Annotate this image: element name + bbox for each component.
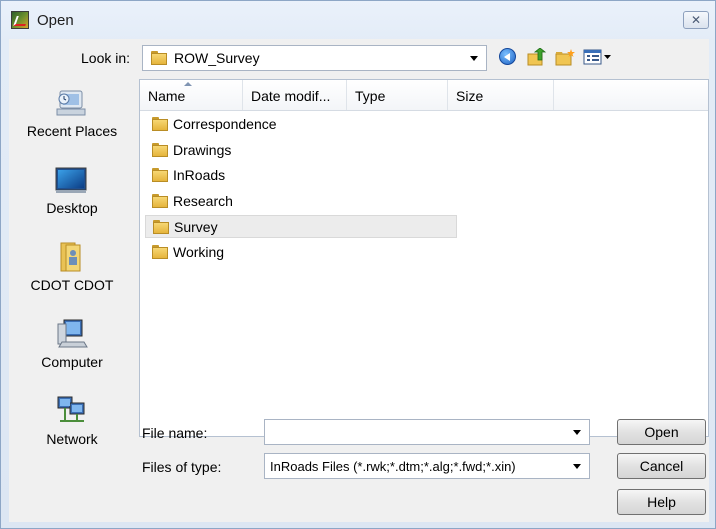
views-menu-icon[interactable] bbox=[583, 48, 613, 66]
file-type-value: InRoads Files (*.rwk;*.dtm;*.alg;*.fwd;*… bbox=[270, 459, 516, 474]
sort-ascending-icon bbox=[184, 82, 192, 86]
places-bar: Recent Places Desktop CDOT CDOT Computer… bbox=[9, 77, 135, 522]
dialog-body: Look in: ROW_Survey Recent Places Deskto… bbox=[9, 39, 709, 522]
place-desktop[interactable]: Desktop bbox=[9, 164, 135, 234]
column-date-modified[interactable]: Date modif... bbox=[243, 80, 347, 110]
cancel-button[interactable]: Cancel bbox=[617, 453, 706, 479]
file-name: Drawings bbox=[173, 142, 232, 158]
folder-icon bbox=[152, 143, 168, 157]
column-type[interactable]: Type bbox=[347, 80, 448, 110]
file-name: Survey bbox=[174, 219, 218, 235]
help-button[interactable]: Help bbox=[617, 489, 706, 515]
open-button[interactable]: Open bbox=[617, 419, 706, 445]
up-folder-icon[interactable] bbox=[527, 48, 547, 66]
list-item[interactable]: Drawings bbox=[145, 139, 457, 162]
column-size[interactable]: Size bbox=[448, 80, 554, 110]
list-item[interactable]: Correspondence bbox=[145, 113, 457, 136]
file-name: Correspondence bbox=[173, 116, 277, 132]
new-folder-icon[interactable] bbox=[555, 48, 575, 66]
look-in-value: ROW_Survey bbox=[174, 50, 260, 66]
folder-icon bbox=[152, 117, 168, 131]
file-name-label: File name: bbox=[142, 425, 208, 441]
place-label: Recent Places bbox=[26, 123, 118, 139]
desktop-icon bbox=[55, 167, 87, 193]
file-type-select[interactable]: InRoads Files (*.rwk;*.dtm;*.alg;*.fwd;*… bbox=[264, 453, 590, 479]
chevron-down-icon[interactable] bbox=[573, 430, 581, 435]
folder-icon bbox=[152, 168, 168, 182]
column-header-row: Name Date modif... Type Size bbox=[140, 80, 708, 111]
close-button[interactable]: ✕ bbox=[683, 11, 709, 29]
column-label: Name bbox=[148, 88, 186, 104]
place-computer[interactable]: Computer bbox=[9, 318, 135, 388]
window-title: Open bbox=[37, 12, 74, 29]
user-folder-icon bbox=[60, 242, 81, 272]
folder-icon bbox=[152, 245, 168, 259]
look-in-combo[interactable]: ROW_Survey bbox=[142, 45, 487, 71]
place-label: Computer bbox=[41, 354, 103, 370]
file-list[interactable]: Name Date modif... Type Size Corresponde… bbox=[139, 79, 709, 437]
list-item-selected[interactable]: Survey bbox=[145, 215, 457, 238]
folder-icon bbox=[151, 51, 167, 65]
file-name: Research bbox=[173, 193, 233, 209]
chevron-down-icon[interactable] bbox=[470, 56, 478, 61]
list-item[interactable]: Working bbox=[145, 241, 457, 264]
file-type-label: Files of type: bbox=[142, 459, 222, 475]
column-label: Date modif... bbox=[251, 88, 331, 104]
column-label: Size bbox=[456, 88, 484, 104]
recent-places-icon bbox=[56, 90, 86, 116]
column-name[interactable]: Name bbox=[140, 80, 243, 110]
place-recent-places[interactable]: Recent Places bbox=[9, 87, 135, 157]
place-label: Desktop bbox=[46, 200, 98, 216]
file-name: InRoads bbox=[173, 167, 226, 183]
list-item[interactable]: InRoads bbox=[145, 164, 457, 187]
file-name: Working bbox=[173, 244, 225, 260]
column-label: Type bbox=[355, 88, 386, 104]
app-icon bbox=[11, 11, 29, 29]
file-name-input[interactable] bbox=[264, 419, 590, 445]
look-in-label: Look in: bbox=[81, 50, 131, 66]
computer-icon bbox=[57, 319, 88, 348]
title-bar: Open ✕ bbox=[1, 1, 715, 39]
folder-icon bbox=[152, 194, 168, 208]
list-item[interactable]: Research bbox=[145, 190, 457, 213]
place-network[interactable]: Network bbox=[9, 395, 135, 465]
back-icon[interactable] bbox=[499, 48, 516, 65]
place-label: Network bbox=[46, 431, 98, 447]
open-dialog: Open ✕ Look in: ROW_Survey Recent Places… bbox=[0, 0, 716, 529]
place-user-folder[interactable]: CDOT CDOT bbox=[9, 241, 135, 311]
network-icon bbox=[57, 396, 85, 422]
place-label: CDOT CDOT bbox=[30, 277, 114, 293]
chevron-down-icon[interactable] bbox=[573, 464, 581, 469]
folder-icon bbox=[153, 220, 169, 234]
